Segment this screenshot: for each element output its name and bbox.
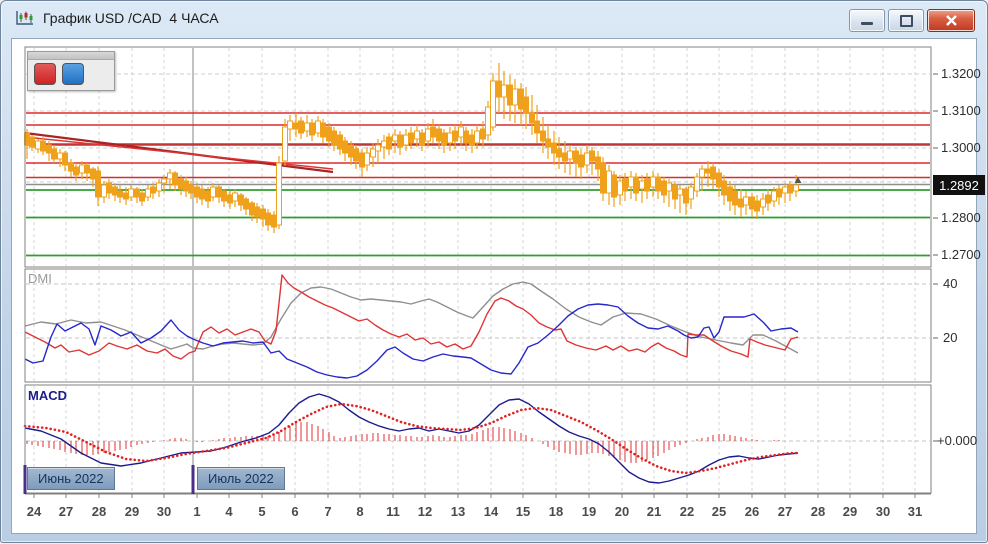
x-axis-day-label: 7 [313, 504, 343, 519]
current-price-badge: 1.2892 [933, 175, 985, 195]
x-axis-day-label: 1 [182, 504, 212, 519]
month-badge-june: Июнь 2022 [27, 467, 115, 490]
price-axis-label: 1.2800 [941, 210, 988, 225]
close-icon [945, 15, 958, 26]
dmi-panel-label: DMI [28, 271, 52, 286]
dmi-level-40: 40 [943, 276, 988, 291]
minimize-icon [861, 22, 873, 25]
macd-panel-label: MACD [28, 388, 67, 403]
minimize-button[interactable] [849, 9, 885, 32]
chart-app-icon [15, 10, 35, 26]
chart-client-area[interactable] [11, 38, 977, 534]
close-button[interactable] [927, 9, 975, 32]
x-axis-day-label: 13 [443, 504, 473, 519]
x-axis-day-label: 18 [541, 504, 571, 519]
x-axis-day-label: 21 [639, 504, 669, 519]
price-axis-label: 1.3000 [941, 140, 988, 155]
price-axis-label: 1.3100 [941, 103, 988, 118]
x-axis-day-label: 27 [770, 504, 800, 519]
title-bar[interactable]: График USD /CAD 4 ЧАСА [1, 1, 987, 35]
maximize-button[interactable] [888, 9, 924, 32]
maximize-icon [900, 15, 913, 27]
x-axis-day-label: 29 [117, 504, 147, 519]
x-axis-day-label: 20 [607, 504, 637, 519]
x-axis-day-label: 11 [378, 504, 408, 519]
x-axis-day-label: 27 [51, 504, 81, 519]
x-axis-day-label: 24 [19, 504, 49, 519]
x-axis-day-label: 19 [574, 504, 604, 519]
x-axis-day-label: 28 [803, 504, 833, 519]
x-axis-day-label: 14 [476, 504, 506, 519]
macd-zero-label: +0.000 [937, 433, 987, 448]
x-axis-day-label: 30 [149, 504, 179, 519]
price-axis-label: 1.2700 [941, 247, 988, 262]
x-axis-day-label: 30 [868, 504, 898, 519]
x-axis-day-label: 22 [672, 504, 702, 519]
red-series-button[interactable] [34, 63, 56, 85]
x-axis-day-label: 8 [345, 504, 375, 519]
x-axis-day-label: 15 [508, 504, 538, 519]
x-axis-day-label: 29 [835, 504, 865, 519]
app-window: График USD /CAD 4 ЧАСА DMI MACD 1.2892 4… [0, 0, 988, 543]
x-axis-day-label: 12 [410, 504, 440, 519]
x-axis-day-label: 26 [737, 504, 767, 519]
x-axis-day-label: 28 [84, 504, 114, 519]
month-badge-july: Июль 2022 [197, 467, 285, 490]
series-toolbar[interactable] [27, 51, 115, 91]
window-title: График USD /CAD 4 ЧАСА [43, 10, 219, 26]
x-axis-day-label: 31 [900, 504, 930, 519]
toolbar-grip[interactable] [28, 52, 114, 60]
x-axis-day-label: 4 [214, 504, 244, 519]
x-axis-day-label: 6 [280, 504, 310, 519]
price-axis-label: 1.3200 [941, 66, 988, 81]
x-axis-day-label: 5 [247, 504, 277, 519]
x-axis-day-label: 25 [704, 504, 734, 519]
dmi-level-20: 20 [943, 330, 988, 345]
blue-series-button[interactable] [62, 63, 84, 85]
